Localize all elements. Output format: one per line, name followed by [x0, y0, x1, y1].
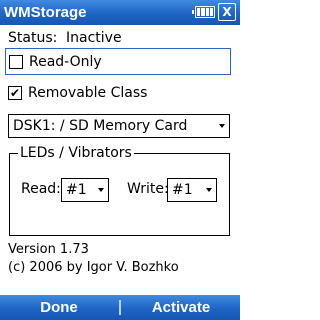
checkmark-icon: ✔ — [9, 85, 21, 100]
chevron-down-icon — [219, 124, 225, 128]
read-only-label: Read-Only — [29, 53, 102, 70]
title-bar: WMStorage X — [0, 0, 240, 25]
chevron-down-icon — [98, 188, 104, 192]
done-softkey[interactable]: Done — [0, 295, 118, 320]
softkey-bar: Done Activate — [0, 295, 240, 320]
read-only-checkbox-row[interactable]: Read-Only — [5, 48, 231, 75]
version-text: Version 1.73 — [8, 242, 89, 257]
removable-class-checkbox[interactable]: ✔ — [8, 85, 22, 100]
write-led-value: #1 — [172, 182, 193, 198]
chevron-down-icon — [206, 188, 212, 192]
copyright-text: (c) 2006 by Igor V. Bozhko — [8, 260, 179, 275]
status-value: Inactive — [66, 30, 122, 46]
softkey-separator — [119, 300, 121, 315]
activate-softkey[interactable]: Activate — [122, 295, 240, 320]
write-label: Write: — [127, 181, 169, 197]
write-led-select[interactable]: #1 — [167, 178, 217, 202]
device-select[interactable]: DSK1: / SD Memory Card — [8, 114, 230, 138]
close-icon[interactable]: X — [218, 3, 236, 21]
removable-class-checkbox-row[interactable]: ✔ Removable Class — [5, 79, 231, 106]
system-tray: X — [192, 3, 236, 21]
device-select-value: DSK1: / SD Memory Card — [13, 118, 188, 134]
leds-groupbox: LEDs / Vibrators Read: #1 Write: #1 — [9, 145, 230, 236]
removable-class-label: Removable Class — [28, 84, 148, 101]
read-label: Read: — [21, 181, 61, 197]
app-title: WMStorage — [4, 4, 87, 21]
status-label: Status: — [8, 30, 58, 46]
status-row: Status: Inactive — [8, 30, 122, 46]
battery-icon — [192, 6, 215, 18]
read-led-select[interactable]: #1 — [61, 178, 109, 202]
leds-group-legend: LEDs / Vibrators — [18, 145, 134, 161]
main-content: Status: Inactive Read-Only ✔ Removable C… — [0, 25, 240, 295]
read-led-value: #1 — [66, 182, 87, 198]
read-only-checkbox[interactable] — [9, 54, 23, 69]
